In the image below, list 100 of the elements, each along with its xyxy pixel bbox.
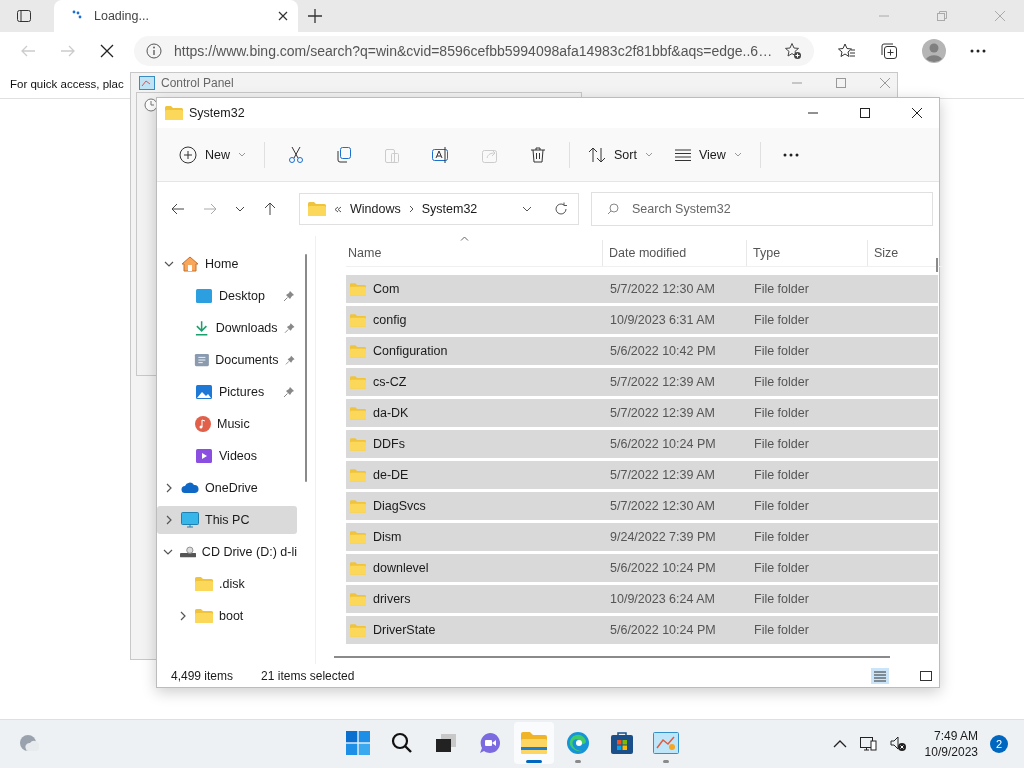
column-header[interactable]: Date modified [603,240,747,266]
add-favorite-icon[interactable] [784,42,803,60]
nav-item[interactable]: Documents [157,346,297,374]
file-row[interactable]: cs-CZ 5/7/2022 12:39 AM File folder [346,368,938,396]
expanded-chevron-icon[interactable] [164,259,174,269]
tab-actions-icon[interactable] [16,8,32,24]
refresh-icon[interactable] [554,202,568,216]
type-cell: File folder [754,313,809,327]
folder-icon [350,499,366,513]
address-bar[interactable]: https://www.bing.com/search?q=win&cvid=8596cefbb5994098afa14983c2f81bbf&aqs=edge..6… [134,36,815,66]
column-header[interactable]: Size [868,240,944,266]
date-cell: 5/7/2022 12:30 AM [610,282,715,296]
store-icon [610,731,634,755]
nav-item[interactable]: CD Drive (D:) d-li [157,538,297,566]
folder-icon [165,106,183,120]
scrollbar-thumb[interactable] [305,254,307,482]
nav-item[interactable]: This PC [157,506,297,534]
chat-icon [479,732,501,754]
file-row[interactable]: downlevel 5/6/2022 10:24 PM File folder [346,554,938,582]
recent-locations-icon[interactable] [235,206,245,212]
file-row[interactable]: DDFs 5/6/2022 10:24 PM File folder [346,430,938,458]
nav-item[interactable]: Videos [157,442,297,470]
more-icon[interactable] [782,152,799,157]
collapsed-chevron-icon[interactable] [164,515,174,525]
breadcrumb-item[interactable]: System32 [421,202,478,216]
column-header[interactable]: Name [346,240,603,266]
up-icon[interactable] [263,202,277,216]
folder-icon [350,313,366,327]
time-text: 7:49 AM [933,729,978,743]
scrollbar-thumb[interactable] [334,656,890,658]
cut-icon[interactable] [287,145,305,164]
collections-icon[interactable] [880,42,899,60]
file-row[interactable]: drivers 10/9/2023 6:24 AM File folder [346,585,938,613]
info-icon[interactable] [146,43,162,59]
view-button[interactable]: View [666,141,750,168]
rename-icon[interactable] [431,145,451,164]
file-name: DiagSvcs [373,499,426,513]
close-icon[interactable] [911,107,923,119]
folder-icon [350,375,366,389]
folder-icon [350,468,366,482]
file-row[interactable]: Dism 9/24/2022 7:39 PM File folder [346,523,938,551]
details-view-icon[interactable] [871,667,889,684]
new-tab-icon[interactable] [308,9,322,23]
add-icon [179,145,197,164]
network-icon[interactable] [858,735,877,753]
close-icon[interactable] [278,11,288,21]
copy-icon[interactable] [335,145,353,164]
collapsed-chevron-icon[interactable] [164,483,174,493]
file-row[interactable]: da-DK 5/7/2022 12:39 AM File folder [346,399,938,427]
caret-icon [644,152,653,157]
double-chevron-icon[interactable] [334,205,342,213]
file-row[interactable]: config 10/9/2023 6:31 AM File folder [346,306,938,334]
clock[interactable]: 7:49 AM 10/9/2023 [924,729,978,759]
column-header[interactable]: Type [747,240,868,266]
chevron-up-icon[interactable] [832,740,847,748]
nav-item[interactable]: Home [157,250,297,278]
expanded-chevron-icon[interactable] [163,547,174,557]
breadcrumb-item[interactable]: Windows [350,202,401,216]
chevron-icon[interactable] [408,205,414,213]
nav-item[interactable]: Downloads [157,314,297,342]
nav-item[interactable]: OneDrive [157,474,297,502]
date-cell: 5/6/2022 10:24 PM [610,623,716,637]
delete-icon[interactable] [529,145,547,164]
nav-item[interactable]: .disk [157,570,297,598]
address-bar[interactable]: Windows System32 [299,193,579,225]
sort-button[interactable]: Sort [580,140,661,169]
nav-item[interactable]: Desktop [157,282,297,310]
disc-drive-icon [179,546,196,558]
file-row[interactable]: DiagSvcs 5/7/2022 12:30 AM File folder [346,492,938,520]
dropdown-icon[interactable] [522,206,532,212]
stop-icon[interactable] [100,44,114,58]
type-cell: File folder [754,499,809,513]
control-panel-icon [139,76,155,90]
explorer-taskbar-button[interactable] [514,722,554,764]
maximize-icon[interactable] [859,107,871,119]
favorites-icon[interactable] [838,42,857,60]
notification-badge[interactable]: 2 [990,735,1008,753]
search-field[interactable]: Search System32 [591,192,933,226]
file-row[interactable]: de-DE 5/7/2022 12:39 AM File folder [346,461,938,489]
new-button[interactable]: New [171,139,254,170]
nav-item[interactable]: boot [157,602,297,630]
file-name: config [373,313,407,327]
collapsed-chevron-icon[interactable] [178,611,188,621]
back-icon[interactable] [171,202,185,216]
file-name: da-DK [373,406,409,420]
muted-speaker-icon[interactable] [888,735,907,753]
scrollbar-thumb[interactable] [936,258,938,272]
profile-avatar-icon[interactable] [922,39,947,63]
nav-item[interactable]: Music [157,410,297,438]
date-cell: 5/7/2022 12:39 AM [610,406,715,420]
file-row[interactable]: Configuration 5/6/2022 10:42 PM File folder [346,337,938,365]
caret-icon [733,152,742,157]
nav-item[interactable]: Pictures [157,378,297,406]
file-row[interactable]: Com 5/7/2022 12:30 AM File folder [346,275,938,303]
file-name: cs-CZ [373,375,407,389]
browser-tab[interactable]: Loading... [54,0,298,32]
date-cell: 5/7/2022 12:30 AM [610,499,715,513]
more-icon[interactable] [970,49,987,53]
folder-icon [350,530,366,544]
file-row[interactable]: DriverState 5/6/2022 10:24 PM File folder [346,616,938,644]
